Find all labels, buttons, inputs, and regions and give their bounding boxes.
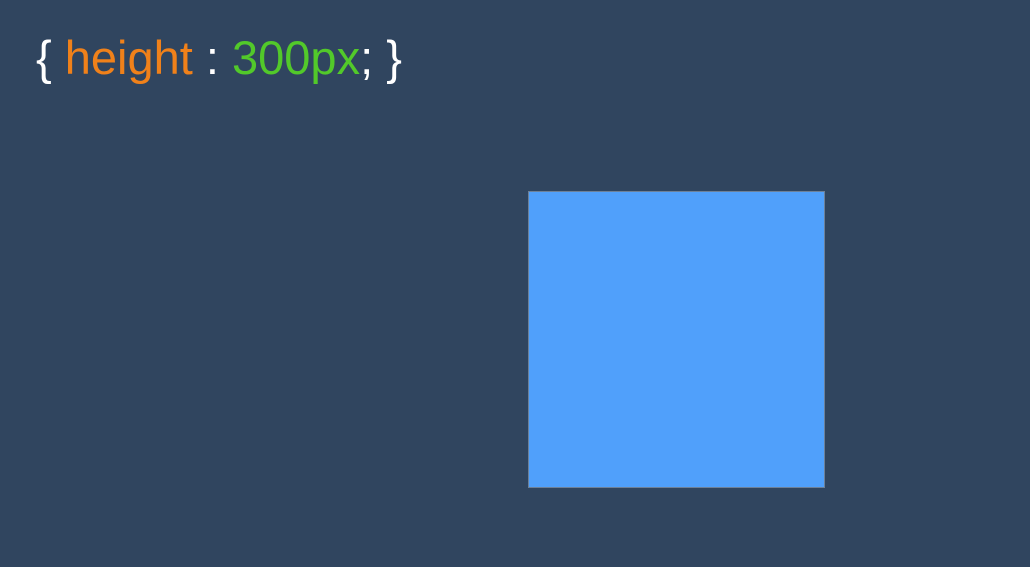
demo-box [528, 191, 825, 488]
css-declaration: { height : 300px; } [36, 30, 402, 86]
property-value: 300px [232, 31, 361, 84]
open-brace: { [36, 31, 52, 84]
colon: : [205, 31, 219, 84]
property-name: height [64, 31, 193, 84]
semicolon: ; [360, 31, 374, 84]
close-brace: } [386, 31, 402, 84]
